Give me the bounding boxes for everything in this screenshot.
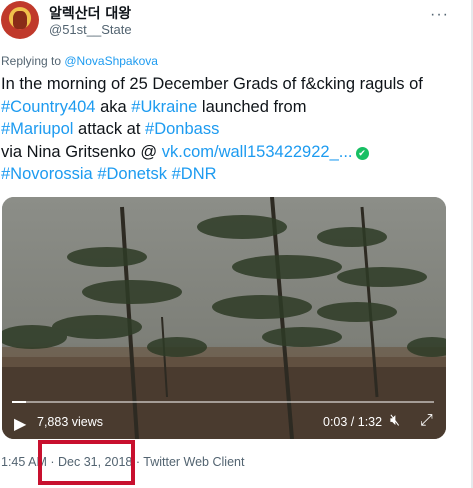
video-time: 0:03 / 1:32: [323, 415, 383, 429]
hashtag-link[interactable]: #Donbass: [145, 120, 219, 138]
tweet-text-segment: via Nina Gritsenko @: [1, 142, 162, 161]
avatar[interactable]: [1, 1, 39, 39]
fullscreen-icon[interactable]: ⤢: [420, 412, 433, 430]
hashtag-link[interactable]: #DNR: [172, 165, 217, 183]
play-icon[interactable]: ▶: [14, 414, 26, 434]
reply-mention-link[interactable]: @NovaShpakova: [64, 54, 158, 68]
hashtag-link[interactable]: #Mariupol: [1, 120, 73, 138]
replying-to: Replying to @NovaShpakova: [1, 54, 158, 68]
hashtag-link[interactable]: #Ukraine: [131, 98, 197, 116]
display-name[interactable]: 알렉산더 대왕: [49, 3, 131, 23]
tweet-client: · Twitter Web Client: [135, 455, 245, 469]
user-handle[interactable]: @51st__State: [49, 22, 132, 37]
date-highlight-box: [38, 440, 135, 485]
hashtag-link[interactable]: #Country404: [1, 98, 95, 116]
video-progress-fill: [12, 401, 26, 403]
tweet-text: In the morning of 25 December Grads of f…: [1, 73, 463, 186]
tweet-text-segment: attack at: [73, 120, 146, 138]
tweet-text-segment: launched from: [197, 97, 307, 116]
external-link[interactable]: vk.com/wall153422922_...: [162, 143, 353, 161]
video-progress-bar[interactable]: [12, 401, 434, 403]
verified-check-icon: ✔: [355, 146, 369, 160]
more-options-icon[interactable]: ···: [430, 6, 449, 24]
volume-muted-icon[interactable]: 🔇︎: [390, 412, 400, 430]
hashtag-link[interactable]: #Donetsk: [97, 165, 167, 183]
hashtag-link[interactable]: #Novorossia: [1, 165, 93, 183]
avatar-image: [13, 11, 27, 29]
view-count: 7,883 views: [37, 415, 104, 429]
tweet-text-segment: In the morning of 25 December Grads of f…: [1, 75, 423, 93]
tweet-text-segment: aka: [95, 97, 132, 116]
replying-prefix: Replying to: [1, 54, 65, 68]
